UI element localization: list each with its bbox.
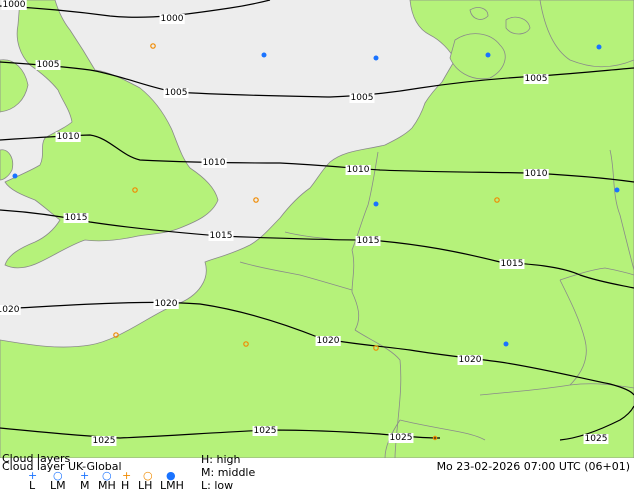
isobar-label: 1010: [347, 165, 370, 175]
forecast-datetime: Mo 23-02-2026 07:00 UTC (06+01): [436, 460, 630, 473]
isobar-label: 1015: [65, 213, 88, 223]
legend-code-m: M: [80, 479, 90, 492]
isobar-label: 1020: [0, 305, 20, 315]
map-view: 1000 1000 1005 1005 1005 1005 1010 1010 1010 1010…: [0, 0, 634, 492]
marker-lmh-north-sea-2: [373, 55, 379, 61]
isobar-label: 1005: [525, 74, 548, 84]
marker-lmh-sweden: [596, 44, 602, 50]
marker-lmh-denmark: [485, 52, 491, 58]
isobar-label: 1010: [525, 169, 548, 179]
legend-code-l: L: [29, 479, 36, 492]
marker-lmh-poland: [614, 187, 620, 193]
isobar-label: 1000: [161, 14, 184, 24]
map-footer: Cloud layers Cloud layer UK-Global + ○ +…: [0, 452, 634, 492]
marker-lmh-germany-south: [503, 341, 509, 347]
legend-code-lmh: LMH: [160, 479, 184, 492]
marker-lmh-north-sea-1: [261, 52, 267, 58]
isobar-label: 1025: [390, 433, 413, 443]
legend-code-lm: LM: [50, 479, 66, 492]
isobar-label: 1025: [585, 434, 608, 444]
marker-lmh-ireland: [12, 173, 18, 179]
legend-level-high: H: high: [201, 453, 241, 466]
isobar-label: 1005: [351, 93, 374, 103]
legend-level-low: L: low: [201, 479, 234, 492]
legend-code-mh: MH: [98, 479, 116, 492]
weather-map: 1000 1000 1005 1005 1005 1005 1010 1010 1010 1010…: [0, 0, 634, 458]
isobar-label: 1000: [3, 0, 26, 10]
isobar-label: 1005: [165, 88, 188, 98]
isobar-label: 1010: [203, 158, 226, 168]
isobar-label: 1025: [93, 436, 116, 446]
isobar-label: 1015: [357, 236, 380, 246]
legend-code-lh: LH: [138, 479, 153, 492]
isobar-label: 1020: [317, 336, 340, 346]
legend-code-h: H: [121, 479, 130, 492]
isobar-label: 1015: [501, 259, 524, 269]
marker-lmh-netherlands: [373, 201, 379, 207]
isobar-label: 1010: [57, 132, 80, 142]
isobar-label: 1020: [155, 299, 178, 309]
legend-level-middle: M: middle: [201, 466, 256, 479]
isobar-label: 1015: [210, 231, 233, 241]
isobar-label: 1025: [254, 426, 277, 436]
isobar-label: 1005: [37, 60, 60, 70]
isobar-label: 1020: [459, 355, 482, 365]
